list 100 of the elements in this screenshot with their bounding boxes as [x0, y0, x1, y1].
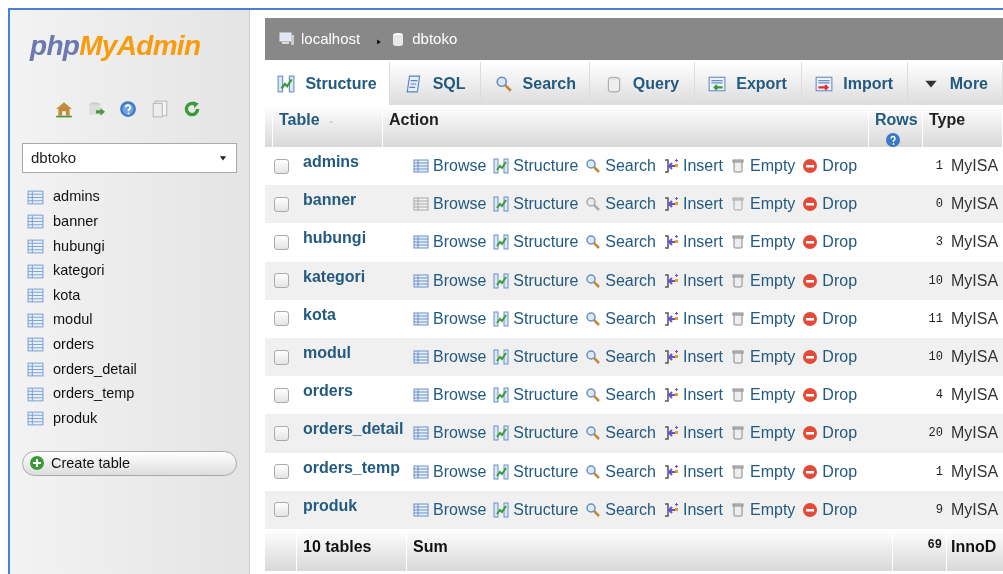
- breadcrumb-link[interactable]: dbtoko: [412, 27, 458, 51]
- table-name-link[interactable]: orders_detail: [297, 417, 407, 442]
- action-link[interactable]: Browse: [413, 154, 487, 179]
- action-link[interactable]: Insert: [663, 459, 723, 484]
- action-link[interactable]: Drop: [802, 421, 858, 446]
- action-link[interactable]: Insert: [663, 421, 723, 446]
- column-header[interactable]: Rows: [875, 108, 918, 132]
- action-link[interactable]: Insert: [663, 154, 723, 179]
- row-checkbox[interactable]: [273, 273, 289, 289]
- database-select[interactable]: dbtoko: [22, 143, 237, 173]
- action-link[interactable]: Drop: [802, 154, 858, 179]
- action-link[interactable]: Empty: [730, 421, 796, 446]
- action-link[interactable]: Structure: [493, 497, 579, 522]
- sidebar-table-link[interactable]: orders_detail: [53, 358, 137, 381]
- action-link[interactable]: Structure: [493, 268, 579, 293]
- action-link[interactable]: Empty: [730, 459, 796, 484]
- action-link[interactable]: Search: [585, 306, 656, 331]
- action-link[interactable]: Browse: [413, 192, 487, 217]
- sidebar-table-link[interactable]: orders: [53, 334, 95, 356]
- action-link[interactable]: Browse: [413, 383, 487, 408]
- action-link[interactable]: Search: [585, 192, 656, 217]
- row-checkbox[interactable]: [273, 425, 289, 441]
- action-link[interactable]: Browse: [413, 306, 487, 331]
- document-icon[interactable]: [151, 100, 169, 118]
- action-link[interactable]: Structure: [493, 383, 579, 408]
- tab[interactable]: Import: [801, 62, 908, 105]
- row-checkbox[interactable]: [273, 196, 289, 212]
- row-checkbox[interactable]: [273, 502, 289, 518]
- table-name-link[interactable]: kota: [297, 302, 407, 327]
- row-checkbox[interactable]: [273, 311, 289, 327]
- table-name-link[interactable]: modul: [297, 341, 407, 366]
- row-checkbox[interactable]: [273, 464, 289, 480]
- action-link[interactable]: Browse: [413, 497, 487, 522]
- sidebar-table-link[interactable]: produk: [53, 407, 98, 430]
- action-link[interactable]: Search: [585, 345, 656, 370]
- action-link[interactable]: Structure: [493, 345, 579, 370]
- row-checkbox[interactable]: [273, 349, 289, 365]
- sidebar-table-link[interactable]: kota: [53, 284, 81, 307]
- action-link[interactable]: Empty: [730, 497, 796, 522]
- action-link[interactable]: Drop: [802, 497, 858, 522]
- row-checkbox[interactable]: [273, 158, 289, 174]
- action-link[interactable]: Insert: [663, 497, 723, 522]
- action-link[interactable]: Drop: [802, 230, 858, 255]
- table-name-link[interactable]: produk: [297, 493, 407, 518]
- action-link[interactable]: Structure: [493, 192, 579, 217]
- action-link[interactable]: Browse: [413, 345, 487, 370]
- action-link[interactable]: Drop: [802, 268, 858, 293]
- action-link[interactable]: Browse: [413, 459, 487, 484]
- column-header[interactable]: Table: [279, 108, 376, 132]
- action-link[interactable]: Structure: [493, 230, 579, 255]
- sidebar-table-link[interactable]: admins: [53, 186, 100, 209]
- action-link[interactable]: Drop: [802, 345, 858, 370]
- action-link[interactable]: Drop: [802, 459, 858, 484]
- action-link[interactable]: Empty: [730, 383, 796, 408]
- action-link[interactable]: Insert: [663, 268, 723, 293]
- action-link[interactable]: Search: [585, 383, 656, 408]
- action-link[interactable]: Structure: [493, 459, 579, 484]
- tab[interactable]: Query: [590, 62, 695, 105]
- action-link[interactable]: Insert: [663, 345, 723, 370]
- tab[interactable]: Export: [694, 62, 802, 105]
- reload-icon[interactable]: [183, 100, 201, 118]
- breadcrumb-link[interactable]: localhost: [301, 27, 361, 51]
- action-link[interactable]: Insert: [663, 383, 723, 408]
- row-checkbox[interactable]: [273, 234, 289, 250]
- action-link[interactable]: Empty: [730, 230, 796, 255]
- action-link[interactable]: Drop: [802, 306, 858, 331]
- table-name-link[interactable]: orders_temp: [297, 455, 407, 480]
- action-link[interactable]: Empty: [730, 345, 796, 370]
- action-link[interactable]: Empty: [730, 268, 796, 293]
- create-table-button[interactable]: Create table: [22, 450, 237, 476]
- action-link[interactable]: Search: [585, 268, 656, 293]
- tab[interactable]: Search: [481, 62, 591, 105]
- action-link[interactable]: Empty: [730, 192, 796, 217]
- home-icon[interactable]: [55, 100, 73, 118]
- help-icon[interactable]: [119, 100, 137, 118]
- sidebar-table-link[interactable]: hubungi: [53, 235, 105, 258]
- table-name-link[interactable]: admins: [297, 150, 407, 175]
- action-link[interactable]: Search: [585, 497, 656, 522]
- table-name-link[interactable]: banner: [297, 188, 407, 213]
- action-link[interactable]: Drop: [802, 383, 858, 408]
- sidebar-table-link[interactable]: banner: [53, 211, 99, 233]
- sidebar-table-link[interactable]: modul: [53, 309, 93, 332]
- action-link[interactable]: Browse: [413, 230, 487, 255]
- sidebar-table-link[interactable]: orders_temp: [53, 383, 135, 405]
- action-link[interactable]: Insert: [663, 192, 723, 217]
- action-link[interactable]: Insert: [663, 306, 723, 331]
- action-link[interactable]: Structure: [493, 306, 579, 331]
- action-link[interactable]: Browse: [413, 268, 487, 293]
- action-link[interactable]: Structure: [493, 421, 579, 446]
- table-name-link[interactable]: kategori: [297, 264, 407, 289]
- column-header[interactable]: Type: [929, 108, 996, 132]
- tab[interactable]: SQL: [390, 62, 482, 105]
- tab[interactable]: More: [907, 62, 1003, 105]
- table-name-link[interactable]: hubungi: [297, 226, 407, 251]
- action-link[interactable]: Search: [585, 154, 656, 179]
- action-link[interactable]: Browse: [413, 421, 487, 446]
- action-link[interactable]: Structure: [493, 154, 579, 179]
- action-link[interactable]: Search: [585, 230, 656, 255]
- sidebar-table-link[interactable]: kategori: [53, 260, 105, 282]
- action-link[interactable]: Search: [585, 421, 656, 446]
